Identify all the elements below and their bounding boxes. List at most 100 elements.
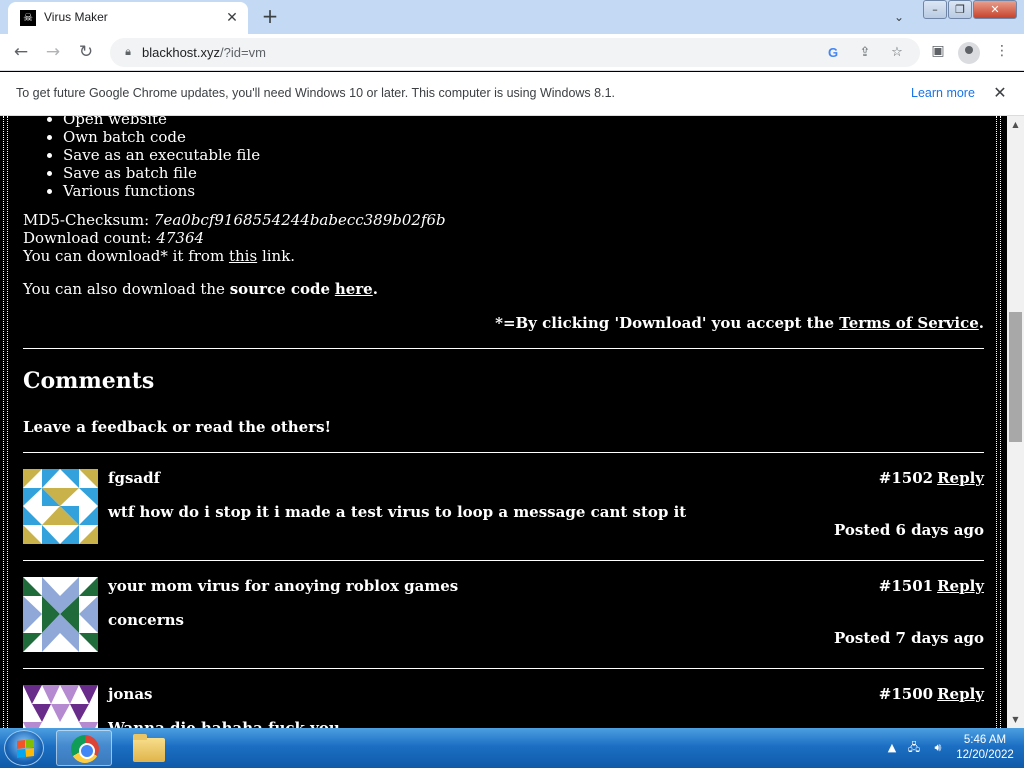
feature-item: Save as batch file — [63, 164, 260, 182]
comment-author: fgsadf — [108, 469, 161, 487]
address-bar[interactable]: 🔒︎ blackhost.xyz/?id=vm G ⇪ ☆ — [110, 38, 920, 67]
md5-value: 7ea0bcf9168554244babecc389b02f6b — [153, 211, 446, 229]
comments-heading: Comments — [23, 368, 155, 394]
terms-of-service-link[interactable]: Terms of Service — [839, 314, 978, 332]
page-viewport: Open website Own batch code Save as an e… — [0, 116, 1007, 728]
taskbar-explorer[interactable] — [120, 730, 176, 766]
forward-arrow-icon[interactable]: → — [40, 39, 66, 65]
reply-link[interactable]: Reply — [937, 685, 984, 703]
comments-subheading: Leave a feedback or read the others! — [23, 418, 332, 436]
side-panel-icon[interactable]: ▣ — [926, 39, 950, 63]
source-pre: You can also download the — [23, 280, 225, 298]
bookmark-star-icon[interactable]: ☆ — [887, 43, 907, 63]
md5-label: MD5-Checksum: — [23, 211, 150, 229]
clock-time: 5:46 AM — [963, 734, 1007, 746]
scroll-down-icon[interactable]: ▼ — [1007, 711, 1024, 728]
comment-id: #1500 — [878, 685, 934, 703]
tos-pre: *=By clicking 'Download' you accept the — [495, 314, 835, 332]
windows-taskbar: ▲ 🖧︎ 🔊︎ 5:46 AM 12/20/2022 — [0, 728, 1024, 768]
folder-icon — [133, 734, 165, 762]
comment-posted-time: Posted 6 days ago — [834, 521, 984, 539]
feature-item: Various functions — [63, 182, 260, 200]
clock-date: 12/20/2022 — [956, 749, 1014, 761]
infobar-close-icon[interactable]: ✕ — [990, 83, 1010, 103]
comment-number: #1501 Reply — [879, 577, 984, 595]
source-bold: source code — [229, 280, 331, 298]
chrome-icon — [71, 735, 99, 763]
window-close-icon[interactable]: ✕ — [973, 0, 1017, 19]
comment-id: #1501 — [878, 577, 934, 595]
system-clock[interactable]: 5:46 AM 12/20/2022 — [950, 733, 1020, 763]
divider — [23, 348, 984, 349]
tab-search-chevron-icon[interactable]: ⌄ — [888, 6, 910, 28]
windows-logo-icon — [17, 739, 34, 758]
download-pre: You can download* it from — [23, 247, 225, 265]
comment-item: jonas #1500 Reply Wanna die hahaha fuck y… — [23, 685, 984, 728]
minimize-icon[interactable]: – — [923, 0, 947, 19]
md5-line: MD5-Checksum: 7ea0bcf9168554244babecc389… — [23, 211, 446, 229]
tos-notice: *=By clicking 'Download' you accept the … — [495, 314, 984, 332]
download-line: You can download* it from this link. — [23, 247, 446, 265]
new-tab-icon[interactable]: + — [258, 5, 282, 29]
identicon-avatar — [23, 469, 98, 544]
infobar-message: To get future Google Chrome updates, you… — [16, 86, 615, 100]
share-icon[interactable]: ⇪ — [855, 43, 875, 63]
download-count-value: 47364 — [156, 229, 205, 247]
update-infobar: To get future Google Chrome updates, you… — [0, 72, 1024, 116]
url-host: blackhost.xyz — [142, 45, 221, 60]
tab-title: Virus Maker — [44, 10, 108, 24]
browser-toolbar: ← → ↻ 🔒︎ blackhost.xyz/?id=vm G ⇪ ☆ ▣ ⋮ — [0, 34, 1024, 71]
profile-avatar-icon[interactable] — [958, 42, 980, 64]
url-text[interactable]: blackhost.xyz/?id=vm — [142, 45, 266, 60]
download-post: link. — [261, 247, 296, 265]
identicon-avatar — [23, 685, 98, 728]
feature-list: Open website Own batch code Save as an e… — [63, 116, 260, 200]
comment-item: your mom virus for anoying roblox games … — [23, 577, 984, 687]
start-button[interactable] — [4, 730, 44, 766]
comment-number: #1500 Reply — [879, 685, 984, 703]
tab-virus-maker[interactable]: ☠ Virus Maker ✕ — [8, 2, 248, 34]
skull-favicon-icon: ☠ — [20, 10, 36, 26]
identicon-avatar — [23, 577, 98, 652]
comment-number: #1502 Reply — [879, 469, 984, 487]
back-arrow-icon[interactable]: ← — [8, 39, 34, 65]
download-link[interactable]: this — [229, 247, 257, 265]
comment-id: #1502 — [878, 469, 934, 487]
feature-item: Own batch code — [63, 128, 260, 146]
divider — [23, 452, 984, 453]
tray-overflow-icon[interactable]: ▲ — [884, 740, 900, 756]
source-code-line: You can also download the source code he… — [23, 280, 378, 298]
network-icon[interactable]: 🖧︎ — [906, 740, 922, 756]
comment-posted-time: Posted 7 days ago — [834, 629, 984, 647]
comment-author: jonas — [108, 685, 153, 703]
reply-link[interactable]: Reply — [937, 577, 984, 595]
divider — [23, 560, 984, 561]
learn-more-link[interactable]: Learn more — [911, 86, 975, 100]
comment-text: concerns — [108, 611, 184, 629]
download-count-line: Download count: 47364 — [23, 229, 446, 247]
reply-link[interactable]: Reply — [937, 469, 984, 487]
source-code-link[interactable]: here — [335, 280, 373, 298]
window-controls: – ❐ ✕ — [922, 0, 1017, 20]
comment-author: your mom virus for anoying roblox games — [108, 577, 459, 595]
comment-item: fgsadf #1502 Reply wtf how do i stop it i… — [23, 469, 984, 579]
comment-text: wtf how do i stop it i made a test virus… — [108, 503, 687, 521]
volume-icon[interactable]: 🔊︎ — [930, 740, 946, 756]
file-meta: MD5-Checksum: 7ea0bcf9168554244babecc389… — [23, 211, 446, 265]
tab-strip: ☠ Virus Maker ✕ + ⌄ – ❐ ✕ — [0, 0, 1024, 34]
download-count-label: Download count: — [23, 229, 152, 247]
reload-icon[interactable]: ↻ — [73, 39, 99, 65]
scroll-thumb[interactable] — [1009, 312, 1022, 442]
feature-item: Open website — [63, 116, 260, 128]
page-scrollbar[interactable]: ▲ ▼ — [1007, 116, 1024, 728]
restore-icon[interactable]: ❐ — [948, 0, 972, 19]
google-translate-icon[interactable]: G — [823, 43, 843, 63]
dotted-frame-right — [996, 116, 1001, 728]
scroll-up-icon[interactable]: ▲ — [1007, 116, 1024, 133]
tab-close-icon[interactable]: ✕ — [222, 8, 242, 28]
menu-kebab-icon[interactable]: ⋮ — [990, 39, 1014, 63]
taskbar-chrome[interactable] — [56, 730, 112, 766]
comment-text: Wanna die hahaha fuck you — [108, 719, 340, 728]
lock-icon[interactable]: 🔒︎ — [120, 44, 136, 60]
divider — [23, 668, 984, 669]
